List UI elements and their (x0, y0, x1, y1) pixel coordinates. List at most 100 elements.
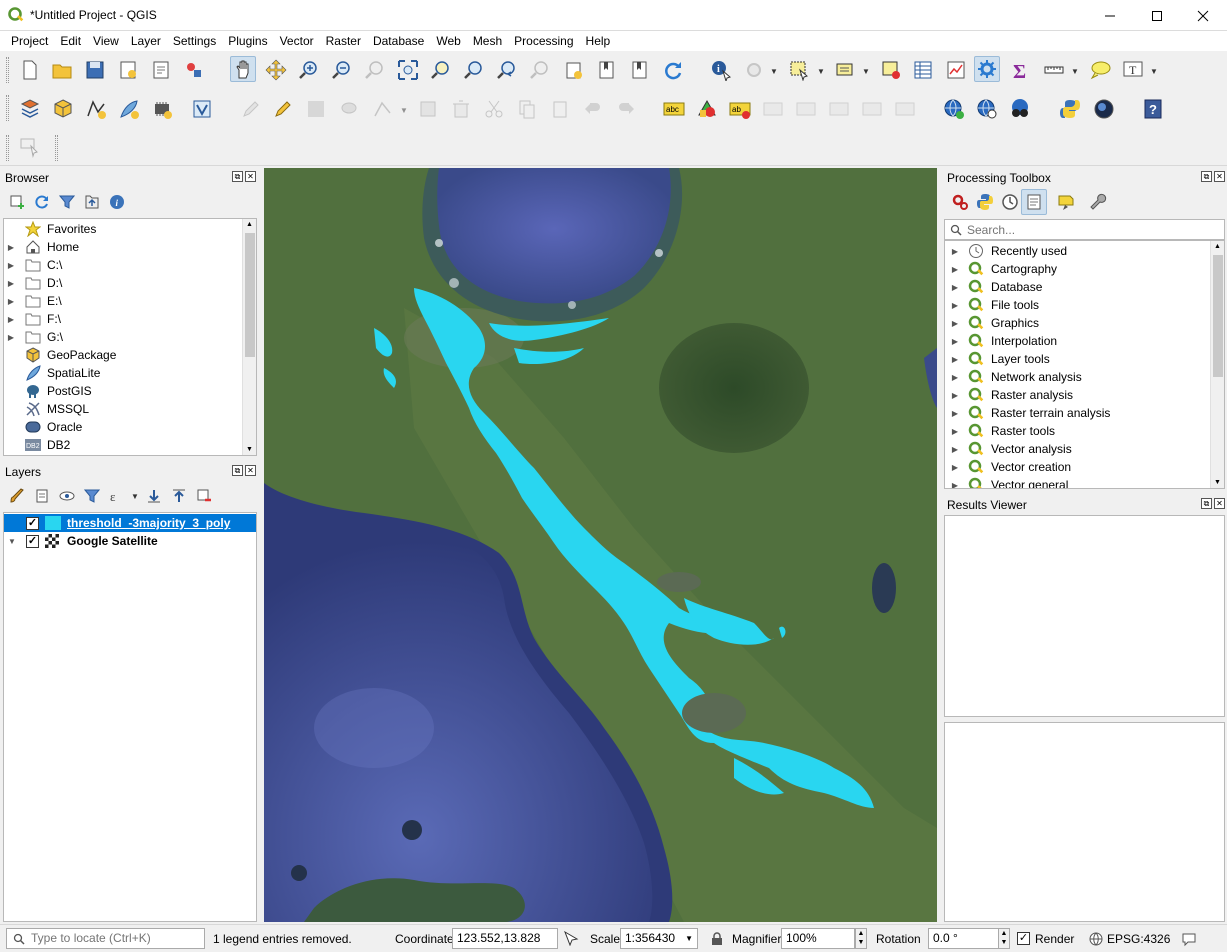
layer-diagram-button[interactable] (694, 96, 720, 122)
browser-item-drive-g[interactable]: ▶ G:\ (4, 328, 244, 346)
processing-item-database[interactable]: ▶ Database (945, 278, 1210, 296)
add-group-button[interactable] (29, 483, 55, 509)
menu-vector[interactable]: Vector (274, 31, 320, 51)
show-statistics-button[interactable]: Σ (1008, 57, 1034, 83)
expand-arrow-icon[interactable]: ▶ (947, 265, 963, 274)
undo-button[interactable] (580, 96, 606, 122)
save-project-button[interactable] (82, 57, 108, 83)
browser-item-spatialite[interactable]: SpatiaLite (4, 364, 244, 382)
processing-item-network-analysis[interactable]: ▶ Network analysis (945, 368, 1210, 386)
pin-labels-button[interactable] (760, 96, 786, 122)
menu-view[interactable]: View (87, 31, 125, 51)
coordinate-field[interactable]: 123.552,13.828 (452, 928, 558, 949)
layer-row-threshold[interactable]: ✓ threshold_-3majority_3_poly (4, 514, 256, 532)
float-panel-icon[interactable]: ⧉ (1201, 498, 1212, 509)
scroll-down-icon[interactable]: ▼ (246, 446, 253, 453)
menu-help[interactable]: Help (580, 31, 617, 51)
highlight-pinned-labels-button[interactable]: ab (727, 96, 753, 122)
new-map-view-button[interactable] (561, 57, 587, 83)
menu-plugins[interactable]: Plugins (222, 31, 273, 51)
select-features-button[interactable] (786, 57, 812, 83)
menu-edit[interactable]: Edit (54, 31, 87, 51)
expand-arrow-icon[interactable]: ▶ (4, 243, 18, 252)
map-tips-button[interactable] (1087, 57, 1113, 83)
browser-item-db2[interactable]: DB2 DB2 (4, 436, 244, 454)
wfs-layer-button[interactable] (974, 96, 1000, 122)
float-panel-icon[interactable]: ⧉ (232, 465, 243, 476)
browser-item-mssql[interactable]: MSSQL (4, 400, 244, 418)
new-bookmark-button[interactable] (594, 57, 620, 83)
change-label-button[interactable] (892, 96, 918, 122)
expand-arrow-icon[interactable]: ▶ (4, 261, 18, 270)
select-features-dropdown-icon[interactable]: ▼ (817, 67, 825, 76)
edit-features-in-place-button[interactable] (1053, 189, 1079, 215)
processing-item-recently-used[interactable]: ▶ Recently used (945, 242, 1210, 260)
browser-item-favorites[interactable]: Favorites (4, 220, 244, 238)
processing-options-button[interactable] (1085, 189, 1111, 215)
enable-properties-button[interactable]: i (104, 189, 130, 215)
processing-item-raster-terrain-analysis[interactable]: ▶ Raster terrain analysis (945, 404, 1210, 422)
expand-arrow-icon[interactable]: ▶ (947, 391, 963, 400)
modify-attributes-button[interactable] (415, 96, 441, 122)
filter-expression-dropdown-icon[interactable]: ▼ (131, 492, 139, 501)
toggle-extents-button[interactable] (562, 927, 580, 949)
run-action-button[interactable] (741, 57, 767, 83)
locator-input[interactable] (31, 931, 201, 945)
browser-item-drive-f[interactable]: ▶ F:\ (4, 310, 244, 328)
rotate-label-button[interactable] (859, 96, 885, 122)
pan-to-selection-button[interactable] (263, 57, 289, 83)
collapse-all-button[interactable] (166, 483, 192, 509)
processing-item-graphics[interactable]: ▶ Graphics (945, 314, 1210, 332)
identify-features-button[interactable]: i (708, 57, 734, 83)
zoom-out-button[interactable] (329, 57, 355, 83)
show-bookmarks-button[interactable] (627, 57, 653, 83)
float-panel-icon[interactable]: ⧉ (1201, 171, 1212, 182)
remove-layer-button[interactable] (191, 483, 217, 509)
select-by-value-dropdown-icon[interactable]: ▼ (862, 67, 870, 76)
zoom-in-button[interactable] (296, 57, 322, 83)
statistical-summary-button[interactable] (943, 57, 969, 83)
toolbar-grip[interactable] (6, 95, 9, 121)
copy-features-button[interactable] (514, 96, 540, 122)
scale-combobox[interactable]: 1:356430 ▼ (620, 928, 698, 949)
annotation-dropdown-icon[interactable]: ▼ (1150, 67, 1158, 76)
text-annotation-button[interactable]: T (1120, 57, 1146, 83)
help-button[interactable]: ? (1140, 96, 1166, 122)
expand-arrow-icon[interactable]: ▶ (947, 301, 963, 310)
browser-item-drive-e[interactable]: ▶ E:\ (4, 292, 244, 310)
browser-scrollbar[interactable]: ▲ ▼ (242, 219, 256, 455)
crs-button[interactable]: EPSG:4326 (1107, 932, 1170, 946)
refresh-button[interactable] (660, 57, 686, 83)
magnifier-field[interactable]: 100% (781, 928, 855, 949)
style-manager-button[interactable] (181, 57, 207, 83)
zoom-last-button[interactable] (494, 57, 520, 83)
layer-labeling-button[interactable]: abc (661, 96, 687, 122)
processing-item-layer-tools[interactable]: ▶ Layer tools (945, 350, 1210, 368)
vertex-tool-dropdown-icon[interactable]: ▼ (400, 106, 408, 115)
menu-settings[interactable]: Settings (167, 31, 222, 51)
lock-scale-button[interactable] (708, 928, 726, 950)
processing-item-vector-analysis[interactable]: ▶ Vector analysis (945, 440, 1210, 458)
open-project-button[interactable] (49, 57, 75, 83)
close-panel-icon[interactable]: ✕ (1214, 171, 1225, 182)
python-console-button[interactable] (1057, 96, 1083, 122)
metasearch-button[interactable] (1007, 96, 1033, 122)
scripts-button[interactable] (972, 189, 998, 215)
modify-annotations-button[interactable] (17, 134, 43, 160)
measure-line-button[interactable] (1041, 57, 1067, 83)
cut-features-button[interactable] (481, 96, 507, 122)
menu-database[interactable]: Database (367, 31, 430, 51)
select-by-value-button[interactable] (832, 57, 858, 83)
map-canvas[interactable] (264, 168, 937, 922)
processing-scrollbar[interactable]: ▲ ▼ (1210, 241, 1224, 488)
menu-processing[interactable]: Processing (508, 31, 579, 51)
delete-selected-button[interactable] (448, 96, 474, 122)
collapse-all-button[interactable] (79, 189, 105, 215)
scrollbar-thumb[interactable] (1213, 255, 1223, 377)
expand-arrow-icon[interactable]: ▶ (947, 373, 963, 382)
expand-arrow-icon[interactable]: ▶ (947, 355, 963, 364)
results-viewer-button[interactable] (1021, 189, 1047, 215)
new-print-layout-button[interactable] (115, 57, 141, 83)
scale-dropdown-icon[interactable]: ▼ (685, 934, 693, 943)
expand-arrow-icon[interactable]: ▶ (947, 283, 963, 292)
